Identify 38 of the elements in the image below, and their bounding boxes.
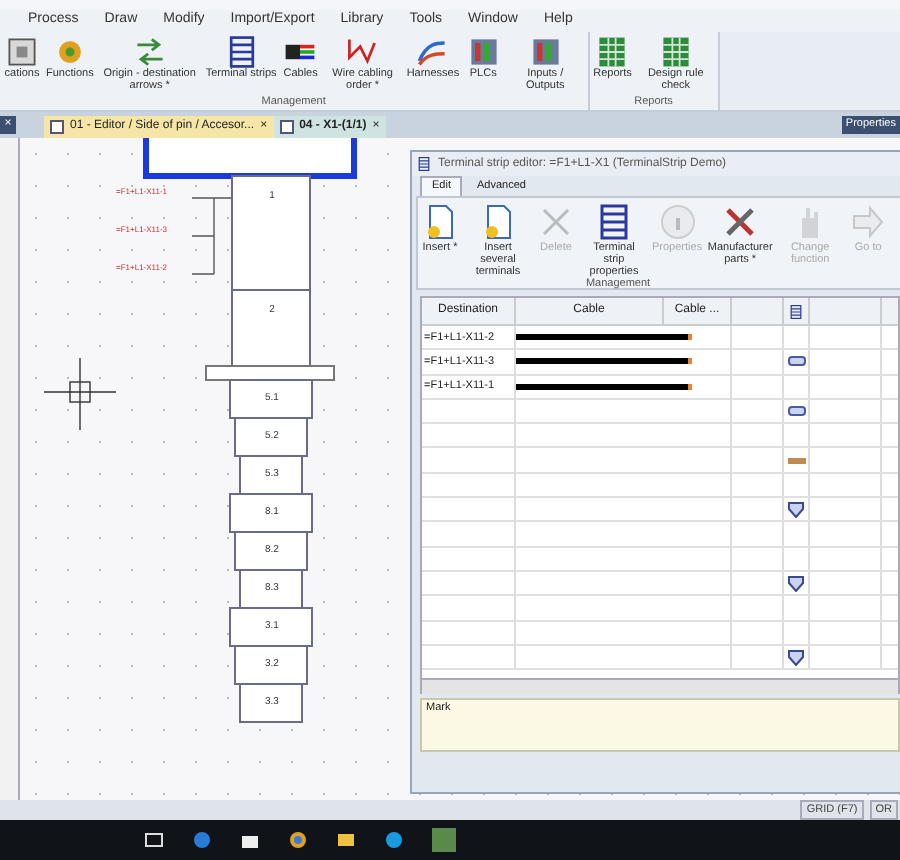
globe-icon[interactable] <box>288 830 308 850</box>
shield-icon <box>788 649 804 665</box>
chat-icon[interactable] <box>384 830 404 850</box>
connector-icon <box>787 406 805 417</box>
arrows-icon <box>131 34 168 70</box>
connector-icon <box>787 356 805 367</box>
goto-icon <box>848 202 889 242</box>
plc-icon <box>465 34 502 70</box>
shopping-bag-icon[interactable] <box>240 830 260 850</box>
document-icon <box>50 120 64 134</box>
terminal-drawing <box>239 569 303 609</box>
info-icon <box>657 202 698 242</box>
terminal-drawing <box>234 417 308 457</box>
box-icon <box>4 34 40 70</box>
shield-icon <box>788 575 804 592</box>
shield-icon <box>788 501 804 518</box>
browser-icon[interactable] <box>192 830 212 850</box>
document-icon <box>279 120 294 134</box>
bridge-icon <box>787 457 805 464</box>
terminal-drawing <box>234 645 308 685</box>
wire-icon <box>344 34 381 70</box>
terminal-drawing <box>239 683 303 723</box>
table-icon <box>657 34 694 70</box>
terminal-drawing <box>229 607 313 647</box>
strip-icon <box>416 156 432 172</box>
terminal-drawing <box>239 455 303 495</box>
folder-icon[interactable] <box>336 830 356 850</box>
task-view-icon[interactable] <box>144 830 164 850</box>
horizontal-scrollbar[interactable] <box>420 680 900 694</box>
terminal-drawing <box>229 379 313 419</box>
wire-line <box>191 197 233 275</box>
crosshair-icon <box>43 357 117 431</box>
terminal-drawing <box>229 493 313 533</box>
plc-icon <box>527 34 564 70</box>
terminal-drawing <box>234 531 308 571</box>
end-plate-drawing <box>205 365 335 381</box>
table-icon <box>594 34 631 70</box>
strip-icon <box>788 303 804 319</box>
